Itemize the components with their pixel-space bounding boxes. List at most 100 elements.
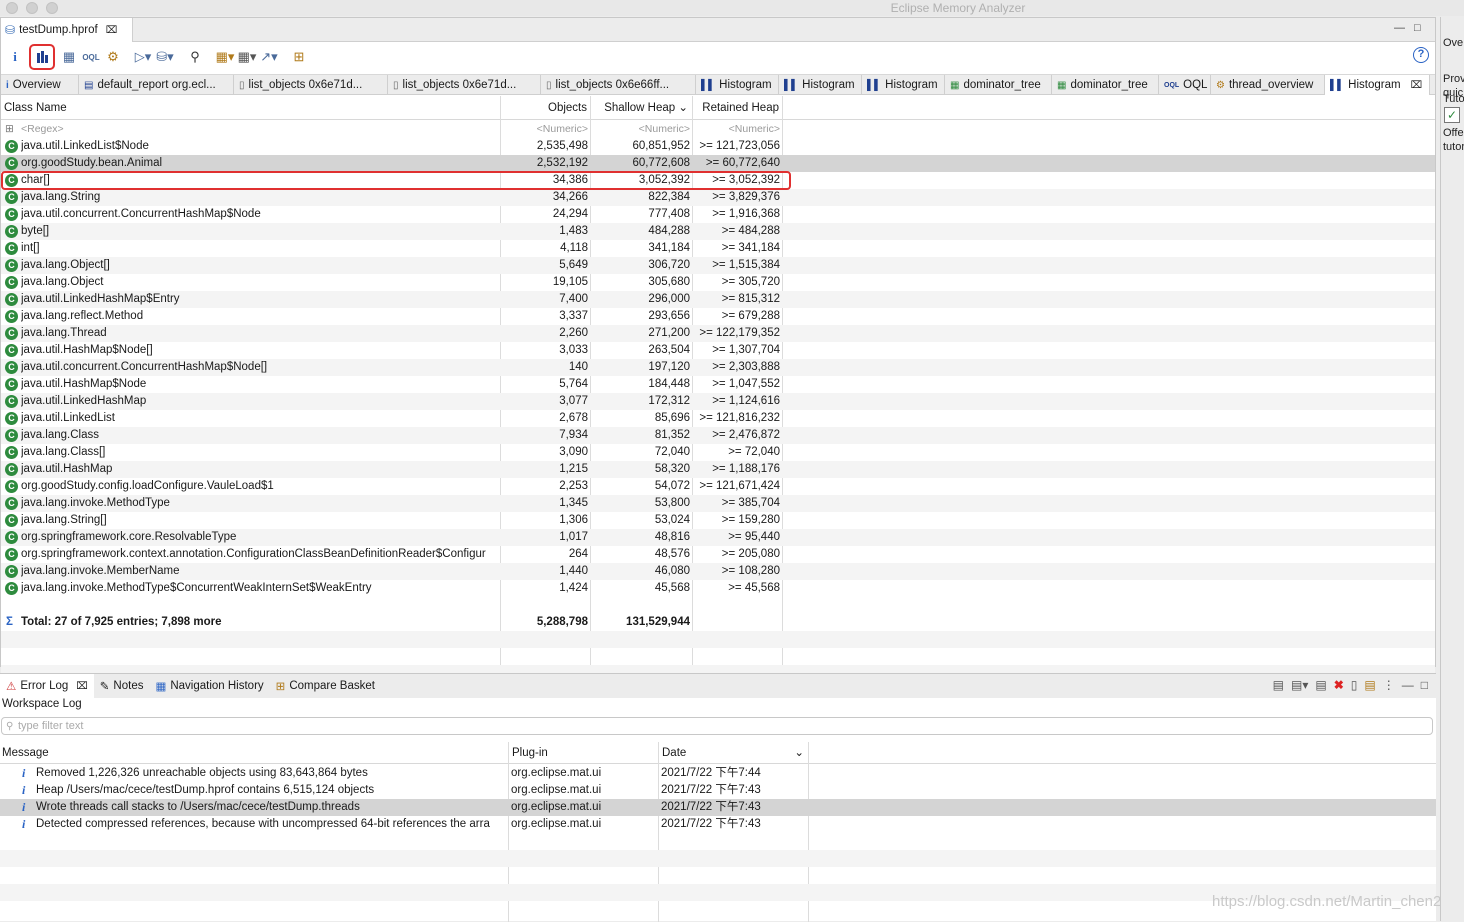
view-tab[interactable]: ▌▌ Histogram xyxy=(779,75,862,95)
view-tab[interactable]: i Overview xyxy=(1,75,79,95)
log-row[interactable]: i Detected compressed references, because… xyxy=(0,816,1436,833)
log-row[interactable]: i Heap /Users/mac/cece/testDump.hprof con… xyxy=(0,782,1436,799)
table-row[interactable]: Cjava.lang.Class 7,934 81,352 >= 2,476,872 xyxy=(1,427,1435,444)
export-icon[interactable]: ↗▾ xyxy=(259,47,279,67)
info-icon[interactable]: i xyxy=(5,47,25,67)
table-row[interactable]: Cjava.lang.String 34,266 822,384 >= 3,829,3… xyxy=(1,189,1435,206)
class-icon: C xyxy=(5,514,18,527)
view-tab[interactable]: ▦ dominator_tree xyxy=(1052,75,1159,95)
table-row[interactable]: Cjava.util.LinkedList$Node 2,535,498 60,85… xyxy=(1,138,1435,155)
table-row[interactable]: Cjava.lang.reflect.Method 3,337 293,656 >= … xyxy=(1,308,1435,325)
cell-shallow: 53,800 xyxy=(654,497,690,509)
retained-filter[interactable]: <Numeric> xyxy=(693,121,780,138)
tab-navigation-history[interactable]: ▦ Navigation History xyxy=(149,674,269,698)
view-tab[interactable]: ▯ list_objects 0x6e66ff... xyxy=(541,75,696,95)
minimize-icon[interactable]: — xyxy=(1402,678,1414,692)
tab-error-log[interactable]: ⚠ Error Log ⌧ xyxy=(0,674,94,698)
column-header-plugin[interactable]: Plug-in xyxy=(510,742,658,764)
table-row[interactable]: Cjava.util.LinkedList 2,678 85,696 >= 121,8… xyxy=(1,410,1435,427)
table-row[interactable]: Cjava.util.LinkedHashMap 3,077 172,312 >= 1… xyxy=(1,393,1435,410)
close-icon[interactable]: ⌧ xyxy=(1411,80,1423,91)
oql-icon[interactable]: OQL xyxy=(81,47,101,67)
close-icon[interactable]: ⌧ xyxy=(106,25,118,36)
view-tab[interactable]: ▤ default_report org.ecl... xyxy=(79,75,234,95)
column-header-retained-heap[interactable]: Retained Heap xyxy=(693,96,782,120)
view-tab[interactable]: ▌▌ Histogram xyxy=(696,75,779,95)
log-row[interactable]: i Wrote threads call stacks to /Users/mac… xyxy=(0,799,1436,816)
table-row[interactable]: Cjava.util.HashMap$Node 5,764 184,448 >= 1,… xyxy=(1,376,1435,393)
clear-log-icon[interactable]: ▤ xyxy=(1315,678,1326,692)
view-tab[interactable]: ▌▌ Histogram xyxy=(862,75,945,95)
compare-icon[interactable]: ⊞ xyxy=(289,47,309,67)
table-row[interactable]: Cbyte[] 1,483 484,288 >= 484,288 xyxy=(1,223,1435,240)
view-tab[interactable]: ▯ list_objects 0x6e71d... xyxy=(234,75,388,95)
column-header-class-name[interactable]: Class Name xyxy=(1,96,499,120)
filter-row[interactable]: ⊞ <Regex> <Numeric> <Numeric> <Numeric> xyxy=(1,121,1435,138)
file-tab[interactable]: ⛁ testDump.hprof ⌧ xyxy=(1,18,133,42)
right-side-panel: Ove Prov quic Tuto ✓ Offe tutor xyxy=(1440,17,1464,921)
view-tab[interactable]: ⚙ thread_overview xyxy=(1211,75,1325,95)
column-header-objects[interactable]: Objects xyxy=(501,96,590,120)
table-row[interactable]: Cjava.lang.invoke.MemberName 1,440 46,080 >… xyxy=(1,563,1435,580)
table-row[interactable]: Corg.springframework.core.ResolvableType… xyxy=(1,529,1435,546)
table-row[interactable]: Cjava.lang.Thread 2,260 271,200 >= 122,179,… xyxy=(1,325,1435,342)
table-row[interactable]: Corg.goodStudy.bean.Animal 2,532,192 60,77… xyxy=(1,155,1435,172)
database-query-icon[interactable]: ⛁▾ xyxy=(155,47,175,67)
search-icon[interactable]: ⚲ xyxy=(185,47,205,67)
delete-log-icon[interactable]: ✖ xyxy=(1334,678,1344,692)
more-options-icon[interactable]: ⋮ xyxy=(1383,678,1395,692)
view-tab-active[interactable]: ▌▌ Histogram ⌧ xyxy=(1325,75,1430,95)
view-tab-label: dominator_tree xyxy=(963,79,1041,91)
table-row[interactable]: Cjava.lang.invoke.MethodType$ConcurrentW… xyxy=(1,580,1435,597)
view-tab[interactable]: ▦ dominator_tree xyxy=(945,75,1052,95)
gear-icon[interactable]: ⚙ xyxy=(103,47,123,67)
sort-chevron-icon: ⌄ xyxy=(678,102,688,114)
group-by-icon[interactable]: ▦▾ xyxy=(215,47,235,67)
checkbox-icon[interactable]: ✓ xyxy=(1444,107,1460,123)
table-row[interactable]: Cjava.lang.Object[] 5,649 306,720 >= 1,515,… xyxy=(1,257,1435,274)
tab-notes[interactable]: ✎ Notes xyxy=(94,674,150,698)
restore-log-icon[interactable]: ▤ xyxy=(1364,678,1375,692)
table-row[interactable]: Cjava.lang.String[] 1,306 53,024 >= 159,280 xyxy=(1,512,1435,529)
minimize-icon[interactable]: — xyxy=(1394,22,1405,34)
table-row[interactable]: Cjava.util.LinkedHashMap$Entry 7,400 296,0… xyxy=(1,291,1435,308)
histogram-button[interactable] xyxy=(29,44,55,70)
export-log-icon[interactable]: ▤ xyxy=(1273,678,1284,692)
view-tab[interactable]: ▯ list_objects 0x6e71d... xyxy=(388,75,541,95)
view-tab[interactable]: OQL OQL xyxy=(1159,75,1211,95)
column-header-shallow-heap[interactable]: Shallow Heap ⌄ xyxy=(591,96,691,120)
close-icon[interactable]: ⌧ xyxy=(76,681,88,692)
maximize-icon[interactable]: □ xyxy=(1414,22,1421,34)
side-text[interactable]: tutor xyxy=(1443,141,1464,153)
maximize-icon[interactable]: □ xyxy=(1421,678,1428,692)
shallow-filter[interactable]: <Numeric> xyxy=(591,121,690,138)
run-report-icon[interactable]: ▷▾ xyxy=(133,47,153,67)
open-log-icon[interactable]: ▯ xyxy=(1351,678,1358,692)
table-row[interactable]: Cjava.lang.invoke.MethodType 1,345 53,800 >… xyxy=(1,495,1435,512)
table-row[interactable]: Cjava.lang.Object 19,105 305,680 >= 305,720 xyxy=(1,274,1435,291)
side-text[interactable]: Offe xyxy=(1443,127,1464,139)
tab-compare-basket[interactable]: ⊞ Compare Basket xyxy=(270,674,381,698)
table-row[interactable]: Cint[] 4,118 341,184 >= 341,184 xyxy=(1,240,1435,257)
column-header-message[interactable]: Message xyxy=(0,742,508,764)
log-filter-input[interactable]: ⚲ type filter text xyxy=(1,717,1433,735)
class-name-filter[interactable]: <Regex> xyxy=(21,121,499,138)
cell-name: int[] xyxy=(21,242,40,254)
table-row[interactable]: Corg.goodStudy.config.loadConfigure.Vaul… xyxy=(1,478,1435,495)
table-row[interactable]: Cjava.lang.Class[] 3,090 72,040 >= 72,040 xyxy=(1,444,1435,461)
view-tab-label: list_objects 0x6e71d... xyxy=(248,79,363,91)
table-row[interactable]: Cjava.util.HashMap$Node[] 3,033 263,504 >= … xyxy=(1,342,1435,359)
side-text[interactable]: Tuto xyxy=(1443,93,1464,105)
table-row[interactable]: Cjava.util.HashMap 1,215 58,320 >= 1,188,17… xyxy=(1,461,1435,478)
help-icon[interactable]: ? xyxy=(1413,47,1429,63)
calculator-icon[interactable]: ▦▾ xyxy=(237,47,257,67)
side-text[interactable]: Prov xyxy=(1443,73,1464,85)
objects-filter[interactable]: <Numeric> xyxy=(501,121,588,138)
table-row[interactable]: Cjava.util.concurrent.ConcurrentHashMap$… xyxy=(1,206,1435,223)
log-row[interactable]: i Removed 1,226,326 unreachable objects u… xyxy=(0,765,1436,782)
dominator-tree-icon[interactable]: ▦ xyxy=(59,47,79,67)
import-log-icon[interactable]: ▤▾ xyxy=(1291,678,1308,692)
column-header-date[interactable]: Date ⌄ xyxy=(660,742,808,764)
table-row[interactable]: Cjava.util.concurrent.ConcurrentHashMap$… xyxy=(1,359,1435,376)
table-row[interactable]: Corg.springframework.context.annotation.… xyxy=(1,546,1435,563)
